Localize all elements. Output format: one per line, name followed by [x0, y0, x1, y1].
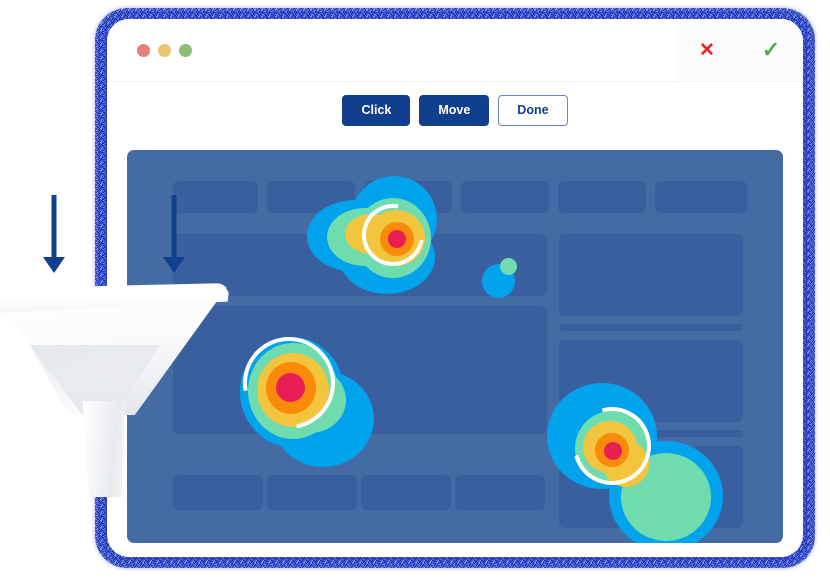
heat-hotspot-top: [305, 176, 445, 296]
wireframe-top-block: [461, 181, 549, 213]
move-mode-button[interactable]: Move: [419, 95, 490, 126]
wireframe-sidebar-card: [559, 234, 743, 316]
wireframe-sidebar-divider: [559, 324, 743, 331]
heat-hotspot-bottom-right: [547, 375, 727, 543]
arrow-head: [43, 257, 65, 273]
done-button[interactable]: Done: [498, 95, 568, 126]
wireframe-bottom-block: [361, 475, 451, 510]
wireframe-top-block: [655, 181, 747, 213]
wireframe-top-block: [558, 181, 646, 213]
close-dot-icon[interactable]: [137, 43, 150, 57]
mode-toolbar: Click Move Done: [107, 82, 803, 139]
accept-button[interactable]: ✓: [739, 19, 803, 81]
illustration-stage: ✕ ✓ Click Move Done: [0, 0, 830, 578]
arrow-shaft: [51, 195, 57, 261]
titlebar-actions: ✕ ✓: [675, 19, 803, 81]
window-titlebar: ✕ ✓: [107, 19, 803, 82]
funnel-arrow-inner: [160, 195, 188, 277]
arrow-head: [163, 257, 185, 273]
traffic-lights: [137, 43, 192, 57]
heat-hotspot-center: [224, 315, 382, 470]
wireframe-bottom-block: [455, 475, 545, 510]
wireframe-bottom-block: [267, 475, 357, 510]
click-mode-button[interactable]: Click: [342, 95, 411, 126]
funnel-arrow-outer: [40, 195, 68, 277]
maximize-dot-icon[interactable]: [179, 43, 192, 57]
arrow-shaft: [171, 195, 177, 261]
minimize-dot-icon[interactable]: [158, 43, 171, 57]
funnel-stem: [82, 401, 125, 497]
heat-hotspot-small: [482, 258, 524, 300]
heat-layer-mint: [500, 258, 517, 275]
reject-button[interactable]: ✕: [675, 19, 739, 81]
funnel-graphic: [0, 283, 232, 497]
